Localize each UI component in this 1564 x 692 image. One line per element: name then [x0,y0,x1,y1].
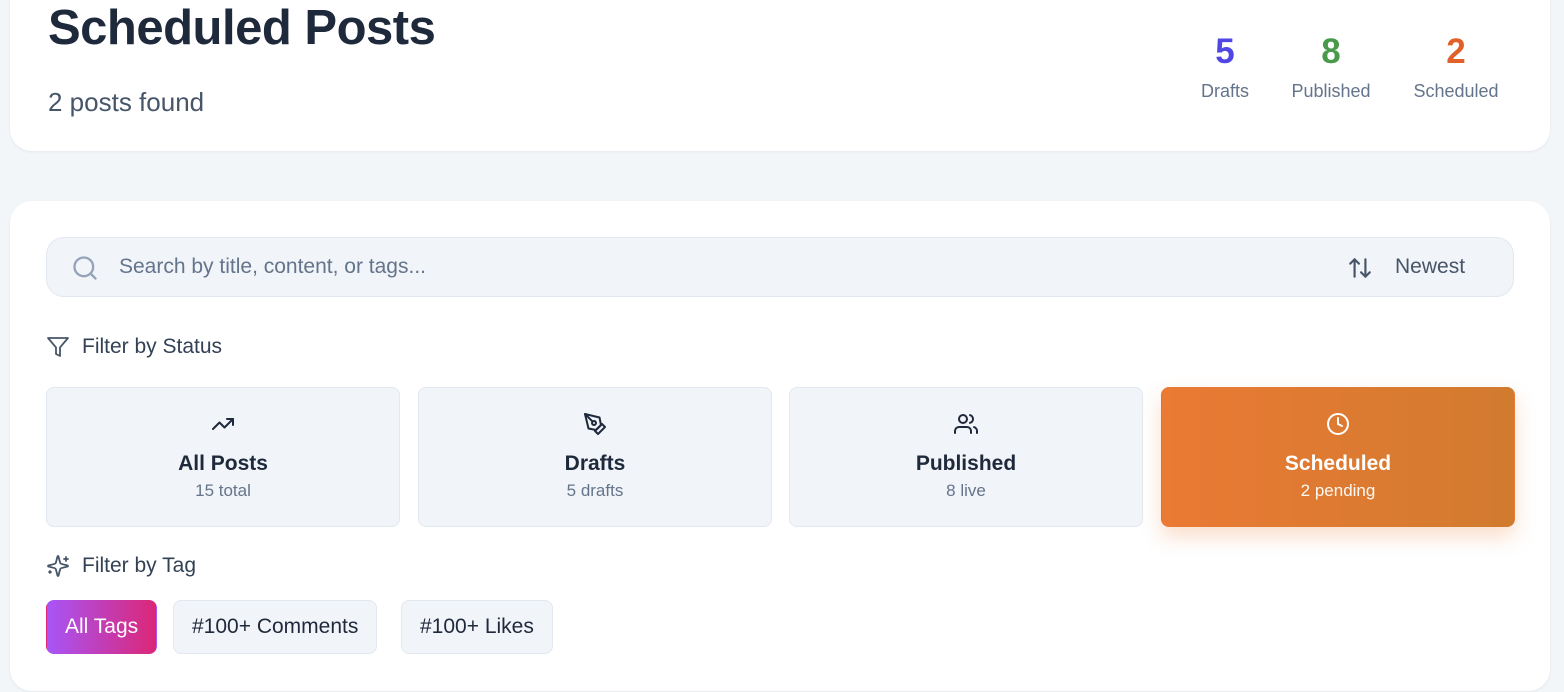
filter-icon [47,337,69,357]
search-bar: Newest [46,237,1514,297]
pen-tool-icon [584,413,606,435]
status-option-title: All Posts [178,452,268,475]
sparkles-icon [47,555,69,577]
search-icon [73,256,97,280]
tag-chip-all-tags[interactable]: All Tags [46,600,158,654]
stats-summary: 5 Drafts 8 Published 2 Scheduled [1180,34,1520,114]
posts-count: 2 posts found [48,87,205,117]
page-title: Scheduled Posts [48,1,436,55]
status-option-count: 8 live [946,481,986,500]
status-option-title: Drafts [564,452,626,475]
tag-chip-100-comments[interactable]: #100+ Comments [173,600,378,654]
stat-published: 8 Published [1276,34,1386,102]
status-option-count: 2 pending [1300,481,1376,500]
clock-icon [1327,413,1349,435]
stat-scheduled-value: 2 [1446,32,1466,71]
status-option-title: Scheduled [1284,452,1392,475]
tag-filter-heading: Filter by Tag [46,554,196,578]
status-option-scheduled[interactable]: Scheduled 2 pending [1161,387,1515,527]
status-option-all-posts[interactable]: All Posts 15 total [46,387,400,527]
stat-drafts: 5 Drafts [1170,34,1280,102]
status-option-count: 5 drafts [566,481,624,500]
stat-scheduled-label: Scheduled [1413,81,1499,101]
sort-arrows-icon[interactable] [1347,255,1373,281]
stat-drafts-label: Drafts [1200,81,1249,101]
status-filter-label: Filter by Status [82,335,223,358]
status-option-drafts[interactable]: Drafts 5 drafts [418,387,772,527]
stat-published-label: Published [1291,81,1371,101]
status-option-count: 15 total [195,481,251,500]
users-icon [954,414,978,434]
status-option-title: Published [915,452,1017,475]
status-filter-heading: Filter by Status [46,335,222,359]
tag-chip-100-likes[interactable]: #100+ Likes [401,600,553,654]
stat-drafts-value: 5 [1215,32,1235,71]
filter-panel: Newest Filter by Status All Posts 15 tot… [10,201,1550,691]
search-input[interactable] [119,238,1299,296]
status-option-published[interactable]: Published 8 live [789,387,1143,527]
sort-dropdown[interactable]: Newest [1395,238,1465,296]
trending-up-icon [212,418,234,430]
stat-published-value: 8 [1321,32,1341,71]
tag-filter-label: Filter by Tag [82,554,196,577]
stat-scheduled: 2 Scheduled [1401,34,1511,102]
